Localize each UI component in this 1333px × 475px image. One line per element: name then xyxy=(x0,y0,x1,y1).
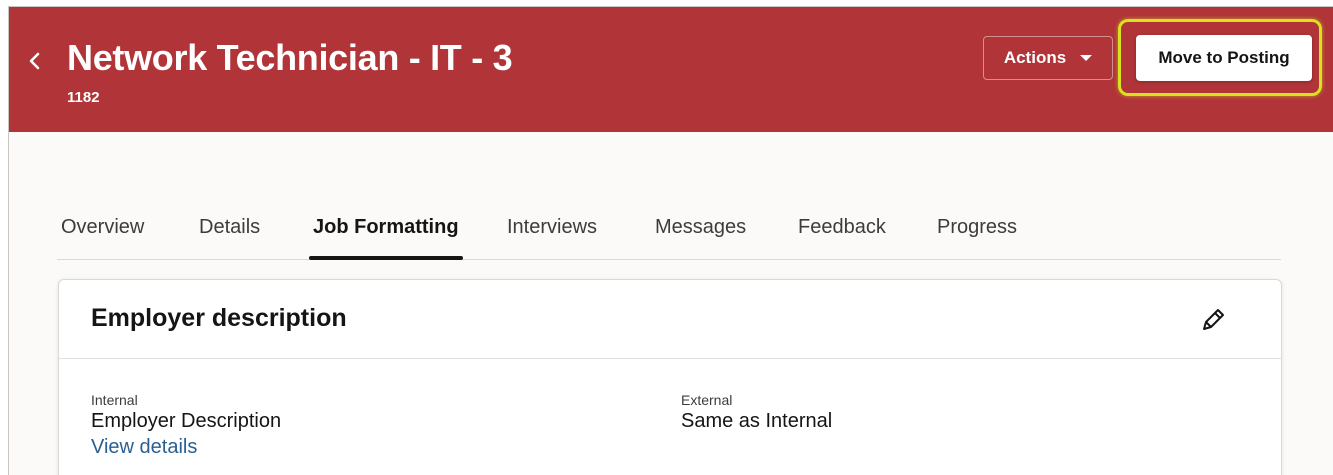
external-column: External Same as Internal xyxy=(681,392,832,433)
card-header: Employer description xyxy=(59,280,1281,359)
page-title: Network Technician - IT - 3 xyxy=(67,37,513,78)
edit-button[interactable] xyxy=(1199,306,1227,334)
employer-description-card: Employer description Internal Employer D… xyxy=(58,279,1282,475)
back-button[interactable] xyxy=(23,47,47,75)
tab-feedback[interactable]: Feedback xyxy=(794,207,890,259)
tab-interviews[interactable]: Interviews xyxy=(503,207,601,259)
internal-column: Internal Employer Description View detai… xyxy=(91,392,281,459)
internal-label: Internal xyxy=(91,392,138,408)
tab-bar: Overview Details Job Formatting Intervie… xyxy=(57,207,1281,260)
view-details-link[interactable]: View details xyxy=(91,436,281,459)
page-header: Network Technician - IT - 3 1182 Actions… xyxy=(9,7,1333,132)
chevron-left-icon xyxy=(29,52,40,70)
actions-label: Actions xyxy=(1003,48,1067,67)
tab-progress[interactable]: Progress xyxy=(933,207,1021,259)
external-label: External xyxy=(681,392,733,408)
actions-menu-button[interactable]: Actions xyxy=(983,36,1113,80)
move-to-posting-button[interactable]: Move to Posting xyxy=(1136,35,1312,81)
internal-value: Employer Description xyxy=(91,410,282,432)
tab-messages[interactable]: Messages xyxy=(651,207,750,259)
tab-details[interactable]: Details xyxy=(195,207,264,259)
tab-job-formatting[interactable]: Job Formatting xyxy=(309,207,463,260)
external-value: Same as Internal xyxy=(681,410,833,432)
requisition-number: 1182 xyxy=(67,89,100,106)
caret-down-icon xyxy=(1080,55,1093,61)
tab-overview[interactable]: Overview xyxy=(57,207,148,259)
card-title: Employer description xyxy=(91,304,347,332)
pencil-icon xyxy=(1203,309,1224,330)
page-frame: Network Technician - IT - 3 1182 Actions… xyxy=(8,6,1333,475)
